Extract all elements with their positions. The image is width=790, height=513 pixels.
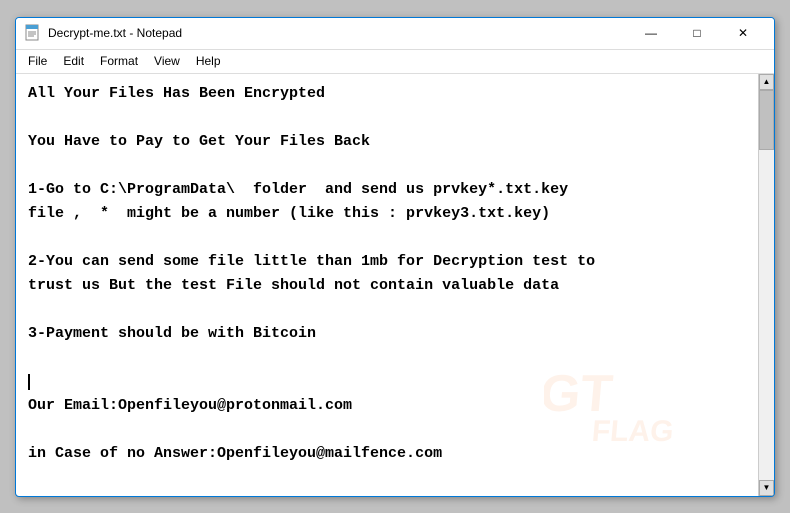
title-bar-controls: — □ ✕ <box>628 17 766 49</box>
content-area: All Your Files Has Been Encrypted You Ha… <box>16 74 774 496</box>
maximize-button[interactable]: □ <box>674 17 720 49</box>
menu-file[interactable]: File <box>20 52 55 70</box>
menu-edit[interactable]: Edit <box>55 52 92 70</box>
scrollbar-thumb[interactable] <box>759 90 774 150</box>
close-button[interactable]: ✕ <box>720 17 766 49</box>
window-title: Decrypt-me.txt - Notepad <box>48 26 628 40</box>
text-content[interactable]: All Your Files Has Been Encrypted You Ha… <box>16 74 758 496</box>
scroll-down-button[interactable]: ▼ <box>759 480 774 496</box>
notepad-window: Decrypt-me.txt - Notepad — □ ✕ File Edit… <box>15 17 775 497</box>
menu-view[interactable]: View <box>146 52 188 70</box>
scrollbar[interactable]: ▲ ▼ <box>758 74 774 496</box>
minimize-button[interactable]: — <box>628 17 674 49</box>
cursor-indicator <box>28 373 30 390</box>
menu-format[interactable]: Format <box>92 52 146 70</box>
notepad-icon <box>24 24 42 42</box>
menu-bar: File Edit Format View Help <box>16 50 774 74</box>
menu-help[interactable]: Help <box>188 52 229 70</box>
scrollbar-track <box>759 90 774 480</box>
title-bar: Decrypt-me.txt - Notepad — □ ✕ <box>16 18 774 50</box>
scroll-up-button[interactable]: ▲ <box>759 74 774 90</box>
